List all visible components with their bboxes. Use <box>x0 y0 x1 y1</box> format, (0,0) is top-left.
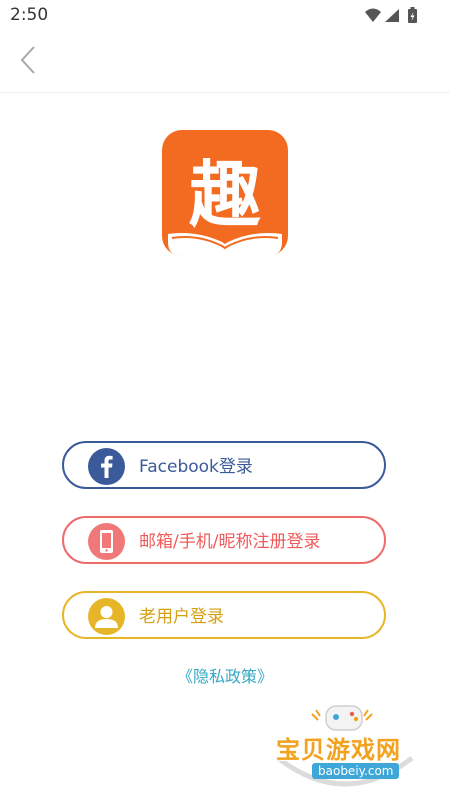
status-bar: 2:50 <box>0 0 450 30</box>
back-button[interactable] <box>10 40 46 80</box>
facebook-login-label: Facebook登录 <box>139 457 253 477</box>
status-time: 2:50 <box>10 5 49 25</box>
login-screen: 2:50 趣 Facebook登录 邮箱/手机/昵称注册登录 老用户登录 《隐私… <box>0 0 450 800</box>
app-logo: 趣 <box>162 130 288 256</box>
facebook-icon <box>88 448 125 485</box>
register-login-label: 邮箱/手机/昵称注册登录 <box>139 532 321 552</box>
top-bar <box>0 30 450 93</box>
privacy-policy-link[interactable]: 《隐私政策》 <box>0 663 450 687</box>
facebook-login-button[interactable]: Facebook登录 <box>62 441 386 489</box>
old-user-login-label: 老用户登录 <box>139 607 224 627</box>
chevron-left-icon <box>20 46 35 74</box>
battery-icon <box>408 7 417 23</box>
watermark-url: baobeiy.com <box>312 763 400 779</box>
signal-icon <box>385 9 399 22</box>
phone-icon <box>88 523 125 560</box>
status-icons <box>364 6 420 26</box>
qu-book-logo-icon: 趣 <box>162 130 288 256</box>
register-login-button[interactable]: 邮箱/手机/昵称注册登录 <box>62 516 386 564</box>
old-user-login-button[interactable]: 老用户登录 <box>62 591 386 639</box>
logo-character: 趣 <box>189 153 261 237</box>
user-icon <box>88 598 125 635</box>
wifi-icon <box>365 8 381 22</box>
watermark: 宝贝游戏网 baobeiy.com <box>270 700 420 796</box>
watermark-title: 宝贝游戏网 <box>276 736 401 764</box>
